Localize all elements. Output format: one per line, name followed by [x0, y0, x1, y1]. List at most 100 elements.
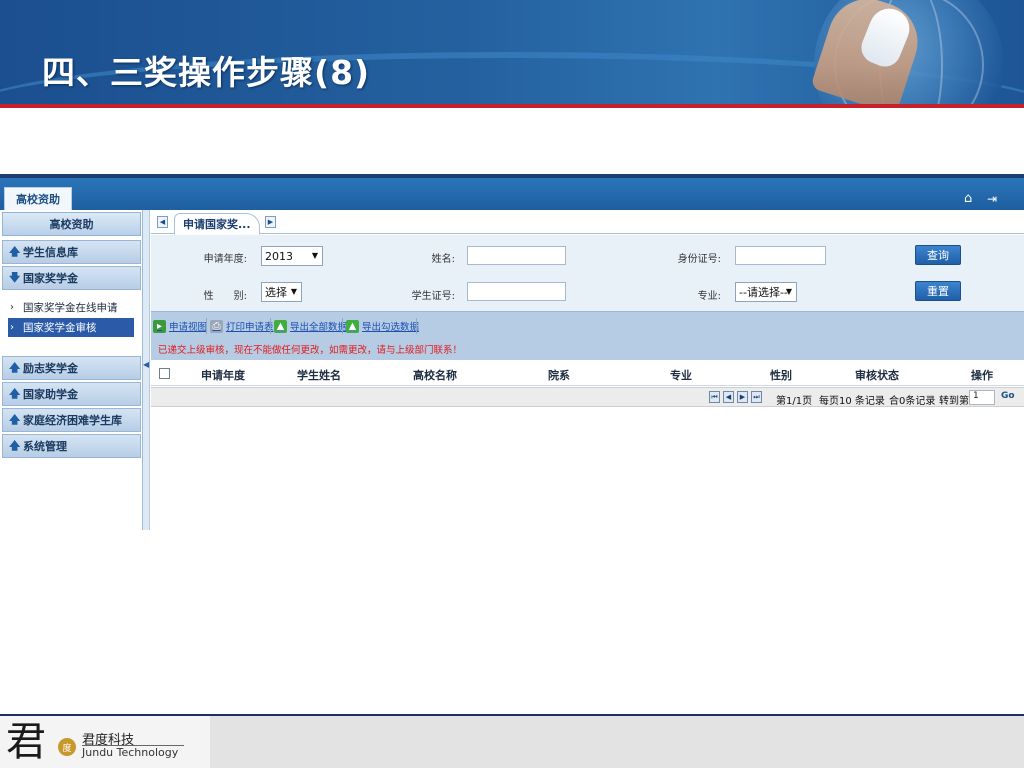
sidebar-item-label: 国家助学金	[23, 388, 78, 401]
sidebar-item-label: 国家奖学金	[23, 272, 78, 285]
export-checked-link[interactable]: ▲ 导出勾选数据	[346, 318, 419, 334]
page-info: 第1/1页	[776, 396, 813, 407]
year-select-value: 2013	[265, 249, 293, 263]
toolbar-divider	[342, 318, 343, 334]
gender-label: 性 别:	[203, 291, 247, 302]
select-all-checkbox[interactable]	[159, 368, 170, 379]
print-form-link[interactable]: ⎙ 打印申请表	[210, 318, 274, 334]
sidebar-subitem-label: 国家奖学金在线申请	[23, 302, 118, 314]
export-all-link[interactable]: ▲ 导出全部数据	[274, 318, 347, 334]
name-input[interactable]	[467, 246, 566, 265]
reset-button[interactable]: 重置	[915, 281, 961, 301]
slide-title: 四、三奖操作步骤(8)	[42, 53, 371, 92]
home-icon[interactable]: ⌂	[964, 192, 978, 206]
dropdown-arrow-icon: ▼	[290, 287, 297, 296]
export-up-icon: ▲	[346, 319, 359, 333]
column-header[interactable]: 性别	[770, 367, 792, 383]
dropdown-arrow-icon: ▼	[785, 287, 792, 296]
arrow-up-icon: 🡅	[9, 412, 21, 426]
tab-bar: ◀ 申请国家奖... ▶	[151, 210, 1024, 235]
sidebar-subitem-review[interactable]: › 国家奖学金审核	[8, 318, 134, 337]
goto-page-input[interactable]: 1	[969, 390, 995, 405]
export-all-label: 导出全部数据	[290, 322, 348, 333]
arrow-up-icon: 🡅	[9, 438, 21, 452]
printer-icon: ⎙	[210, 319, 223, 333]
arrow-up-icon: 🡅	[9, 386, 21, 400]
column-header[interactable]: 操作	[971, 367, 993, 383]
logo-seal: 度	[58, 738, 76, 756]
year-select[interactable]: 2013 ▼	[261, 246, 323, 266]
major-select[interactable]: --请选择-- ▼	[735, 282, 797, 302]
company-name-en: Jundu Technology	[82, 746, 179, 759]
sidebar-collapse-handle[interactable]: ◀	[143, 210, 150, 530]
sidebar-item-inspirational-scholarship[interactable]: 🡅 励志奖学金	[2, 356, 141, 380]
view-application-link[interactable]: ▸ 申请视图	[153, 318, 207, 334]
sidebar: 高校资助 🡅 学生信息库 🡇 国家奖学金 › 国家奖学金在线申请 › 国家奖学金…	[0, 210, 143, 530]
sidebar-item-system-admin[interactable]: 🡅 系统管理	[2, 434, 141, 458]
column-header[interactable]: 审核状态	[855, 367, 899, 383]
view-application-label: 申请视图	[169, 322, 208, 333]
column-header[interactable]: 学生姓名	[297, 367, 341, 383]
sidebar-item-national-scholarship[interactable]: 🡇 国家奖学金	[2, 266, 141, 290]
total-records: 合0条记录	[889, 396, 936, 407]
app-tab-gaoxiao[interactable]: 高校资助	[4, 187, 72, 210]
student-id-input[interactable]	[467, 282, 566, 301]
tab-national-scholarship-apply[interactable]: 申请国家奖...	[174, 213, 260, 235]
column-header[interactable]: 高校名称	[413, 367, 457, 383]
app-header: 高校资助 ⌂ ⇥	[0, 174, 1024, 210]
tab-scroll-right-button[interactable]: ▶	[265, 216, 276, 228]
main-panel: ◀ 申请国家奖... ▶ 申请年度: 2013 ▼ 姓名: 身份证号: 查询 性…	[151, 210, 1024, 530]
first-page-button[interactable]: ⏮	[709, 391, 720, 403]
chevron-right-icon: ›	[10, 302, 14, 313]
gender-select-value: 选择	[265, 286, 287, 299]
chevron-right-icon: ›	[10, 322, 14, 333]
prev-page-button[interactable]: ◀	[723, 391, 734, 403]
last-page-button[interactable]: ⏭	[751, 391, 762, 403]
sidebar-item-needy-students[interactable]: 🡅 家庭经济困难学生库	[2, 408, 141, 432]
column-header[interactable]: 院系	[548, 367, 570, 383]
column-header[interactable]: 申请年度	[201, 367, 245, 383]
toolbar-divider	[416, 318, 417, 334]
id-number-label: 身份证号:	[677, 254, 721, 265]
column-header[interactable]: 专业	[670, 367, 692, 383]
app-window: 高校资助 ⌂ ⇥ 高校资助 🡅 学生信息库 🡇 国家奖学金 › 国家奖学金在线申…	[0, 174, 1024, 530]
sidebar-item-label: 家庭经济困难学生库	[23, 414, 122, 427]
sidebar-subitem-online-apply[interactable]: › 国家奖学金在线申请	[8, 298, 134, 317]
sidebar-item-label: 学生信息库	[23, 246, 78, 259]
tab-scroll-left-button[interactable]: ◀	[157, 216, 168, 228]
submitted-notice: 已递交上级审核，现在不能做任何更改，如需更改，请与上级部门联系！	[158, 345, 463, 356]
slide-footer: 君 度 君度科技 Jundu Technology	[0, 714, 1024, 768]
export-checked-label: 导出勾选数据	[362, 322, 420, 333]
sidebar-item-national-grant[interactable]: 🡅 国家助学金	[2, 382, 141, 406]
gender-select[interactable]: 选择 ▼	[261, 282, 302, 302]
year-label: 申请年度:	[203, 254, 247, 265]
logo-glyph: 君	[6, 719, 46, 765]
query-button[interactable]: 查询	[915, 245, 961, 265]
slide-banner: 四、三奖操作步骤(8)	[0, 0, 1024, 104]
action-toolbar: ▸ 申请视图 ⎙ 打印申请表 ▲ 导出全部数据 ▲ 导出勾选数据 已递交上级审核…	[151, 311, 1024, 360]
exit-icon[interactable]: ⇥	[987, 192, 1001, 206]
per-page-info: 每页10 条记录	[819, 396, 885, 407]
name-label: 姓名:	[431, 254, 455, 265]
collapse-left-icon: ◀	[143, 360, 150, 369]
arrow-down-icon: 🡇	[9, 270, 21, 284]
banner-divider	[0, 104, 1024, 108]
next-page-button[interactable]: ▶	[737, 391, 748, 403]
sidebar-item-student-info[interactable]: 🡅 学生信息库	[2, 240, 141, 264]
export-up-icon: ▲	[274, 319, 287, 333]
go-button[interactable]: Go	[1001, 391, 1015, 401]
sidebar-subitem-label: 国家奖学金审核	[23, 322, 97, 334]
student-id-label: 学生证号:	[411, 291, 455, 302]
id-number-input[interactable]	[735, 246, 826, 265]
toolbar-divider	[206, 318, 207, 334]
major-select-value: --请选择--	[739, 286, 788, 299]
company-logo: 君 度 君度科技 Jundu Technology	[0, 716, 210, 768]
goto-label: 转到第	[939, 396, 969, 407]
toolbar-divider	[270, 318, 271, 334]
dropdown-arrow-icon: ▼	[311, 251, 318, 260]
arrow-up-icon: 🡅	[9, 244, 21, 258]
major-label: 专业:	[697, 291, 721, 302]
table-header-row: 申请年度 学生姓名 高校名称 院系 专业 性别 审核状态 操作	[151, 362, 1024, 386]
arrow-up-icon: 🡅	[9, 360, 21, 374]
sidebar-item-label: 系统管理	[23, 440, 67, 453]
